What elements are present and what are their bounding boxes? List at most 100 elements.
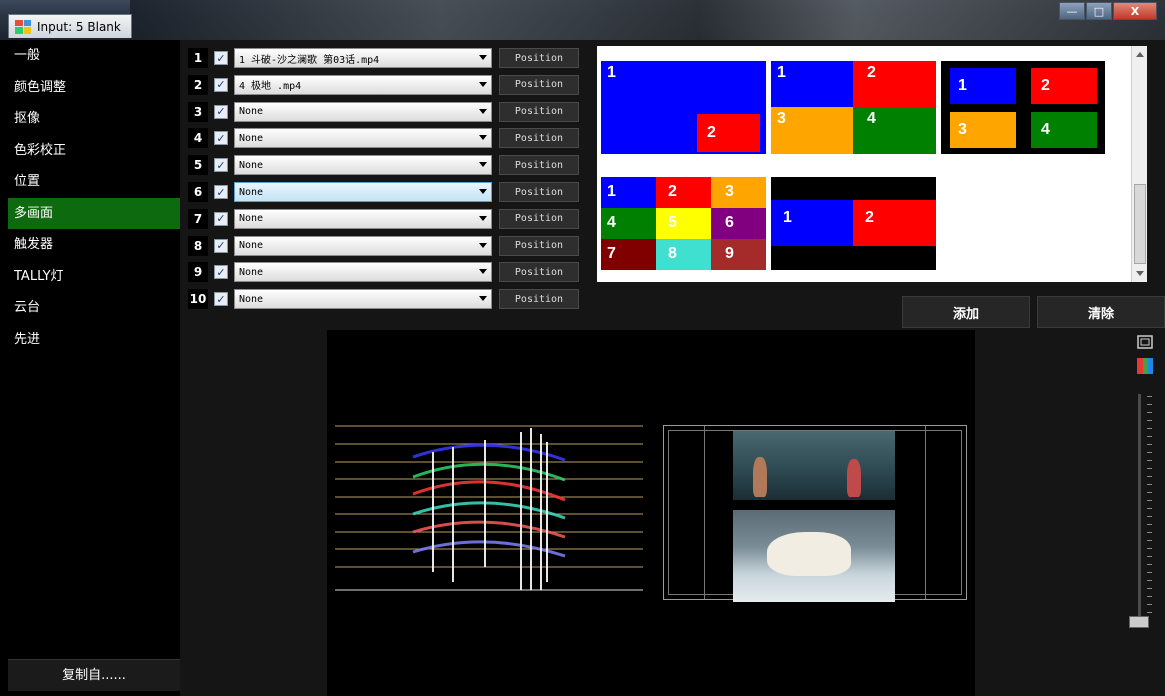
minimize-button[interactable]: —	[1059, 2, 1085, 20]
input-enabled-checkbox[interactable]: ✓	[214, 292, 228, 307]
layout-cell: 9	[711, 239, 766, 270]
chevron-down-icon	[479, 242, 487, 248]
input-enabled-checkbox[interactable]: ✓	[214, 211, 228, 226]
preview-video-2	[733, 510, 895, 602]
layout-pip[interactable]: 1 2	[601, 61, 766, 154]
input-row: 2 ✓ 4 极地 .mp4 Position	[188, 74, 579, 96]
layout-quad-boxed[interactable]: 1 2 3 4	[941, 61, 1105, 154]
input-source-select[interactable]: None	[234, 101, 492, 122]
input-source-value: None	[239, 240, 264, 252]
sidebar: 一般 颜色调整 抠像 色彩校正 位置 多画面 触发器 TALLY灯 云台 先进 复制自......	[8, 40, 180, 696]
maximize-button[interactable]: □	[1086, 2, 1112, 20]
input-enabled-checkbox[interactable]: ✓	[214, 51, 228, 65]
input-source-select[interactable]: None	[234, 128, 492, 149]
input-enabled-checkbox[interactable]: ✓	[214, 265, 228, 280]
input-source-select[interactable]: None	[234, 289, 492, 310]
input-row: 5 ✓ None Position	[188, 154, 579, 176]
position-button[interactable]: Position	[499, 208, 579, 229]
input-number: 8	[188, 235, 208, 256]
clear-button[interactable]: 清除	[1037, 296, 1165, 328]
layout-cell: 1	[771, 200, 853, 246]
input-enabled-checkbox[interactable]: ✓	[214, 185, 228, 199]
input-source-select[interactable]: None	[234, 262, 492, 283]
layout-quad[interactable]: 1 2 3 4	[771, 61, 936, 154]
input-number: 3	[188, 101, 208, 122]
layout-cell: 1	[601, 177, 656, 208]
layout-cell: 3	[771, 107, 853, 154]
scroll-down-icon[interactable]	[1136, 271, 1144, 276]
layout-cell: 1	[607, 64, 616, 81]
input-source-select[interactable]: 4 极地 .mp4	[234, 74, 492, 95]
input-number: 7	[188, 208, 208, 229]
input-source-value: None	[239, 293, 264, 305]
position-button[interactable]: Position	[499, 155, 579, 176]
input-row: 6 ✓ None Position	[188, 181, 579, 203]
sidebar-item[interactable]: 一般	[8, 40, 180, 72]
input-source-select[interactable]: None	[234, 182, 492, 202]
zoom-slider-ticks	[1147, 396, 1152, 616]
position-button[interactable]: Position	[499, 182, 579, 202]
copy-from-button[interactable]: 复制自......	[8, 659, 180, 691]
input-source-value: None	[239, 132, 264, 144]
input-row: 8 ✓ None Position	[188, 235, 579, 257]
sidebar-item[interactable]: 色彩校正	[8, 135, 180, 167]
scroll-up-icon[interactable]	[1136, 52, 1144, 57]
sidebar-item[interactable]: 多画面	[8, 197, 180, 229]
color-bars-icon[interactable]	[1137, 358, 1153, 374]
position-button[interactable]: Position	[499, 74, 579, 95]
position-button[interactable]: Position	[499, 262, 579, 283]
position-button[interactable]: Position	[499, 128, 579, 149]
title-bar: Input: 5 Blank — □ X	[0, 0, 1165, 40]
zoom-slider-handle[interactable]	[1129, 616, 1149, 628]
zoom-slider-track[interactable]	[1138, 394, 1141, 618]
layout-cell: 4	[853, 107, 936, 154]
layout-side-by-side[interactable]: 1 2	[771, 177, 936, 270]
sidebar-list: 一般 颜色调整 抠像 色彩校正 位置 多画面 触发器 TALLY灯 云台 先进	[8, 40, 180, 355]
input-enabled-checkbox[interactable]: ✓	[214, 77, 228, 92]
layout-cell: 2	[1031, 68, 1097, 104]
input-enabled-checkbox[interactable]: ✓	[214, 131, 228, 146]
sidebar-item[interactable]: 位置	[8, 166, 180, 198]
sidebar-item[interactable]: TALLY灯	[8, 261, 180, 293]
sidebar-item[interactable]: 先进	[8, 324, 180, 356]
sidebar-item[interactable]: 云台	[8, 292, 180, 324]
close-button[interactable]: X	[1113, 2, 1157, 20]
layout-scrollbar[interactable]	[1131, 46, 1147, 282]
input-number: 1	[188, 48, 208, 68]
sidebar-item[interactable]: 抠像	[8, 103, 180, 135]
input-source-select[interactable]: None	[234, 208, 492, 229]
input-source-select[interactable]: 1 斗破-沙之澜歌 第03话.mp4	[234, 48, 492, 68]
position-button[interactable]: Position	[499, 101, 579, 122]
add-button[interactable]: 添加	[902, 296, 1030, 328]
layout-cell: 1	[950, 68, 1016, 104]
input-source-select[interactable]: None	[234, 155, 492, 176]
position-button[interactable]: Position	[499, 235, 579, 256]
input-enabled-checkbox[interactable]: ✓	[214, 104, 228, 119]
chevron-down-icon	[479, 162, 487, 168]
layout-cell: 4	[1031, 112, 1097, 148]
waveform-scope	[335, 425, 643, 591]
input-enabled-checkbox[interactable]: ✓	[214, 158, 228, 173]
layout-cell: 2	[656, 177, 711, 208]
layout-cell: 8	[656, 239, 711, 270]
pip-guide-left	[704, 426, 705, 599]
input-enabled-checkbox[interactable]: ✓	[214, 238, 228, 253]
sidebar-item[interactable]: 触发器	[8, 229, 180, 261]
input-source-value: 4 极地 .mp4	[239, 81, 302, 93]
input-source-select[interactable]: None	[234, 235, 492, 256]
position-button[interactable]: Position	[499, 48, 579, 68]
input-row: 10 ✓ None Position	[188, 288, 579, 310]
layout-grid-3x3[interactable]: 1 2 3 4 5 6 7 8 9	[601, 177, 766, 270]
layout-cell-label: 2	[707, 124, 716, 141]
frame-icon[interactable]	[1137, 334, 1153, 350]
polar-bear	[767, 532, 851, 576]
position-button[interactable]: Position	[499, 289, 579, 310]
scroll-thumb[interactable]	[1134, 184, 1146, 264]
figure-right	[847, 459, 861, 497]
layout-cell: 2	[853, 61, 936, 107]
chevron-down-icon	[479, 55, 487, 60]
sidebar-item[interactable]: 颜色调整	[8, 72, 180, 104]
input-row: 3 ✓ None Position	[188, 101, 579, 123]
layout-cell: 7	[601, 239, 656, 270]
title-bar-background	[130, 0, 1165, 40]
